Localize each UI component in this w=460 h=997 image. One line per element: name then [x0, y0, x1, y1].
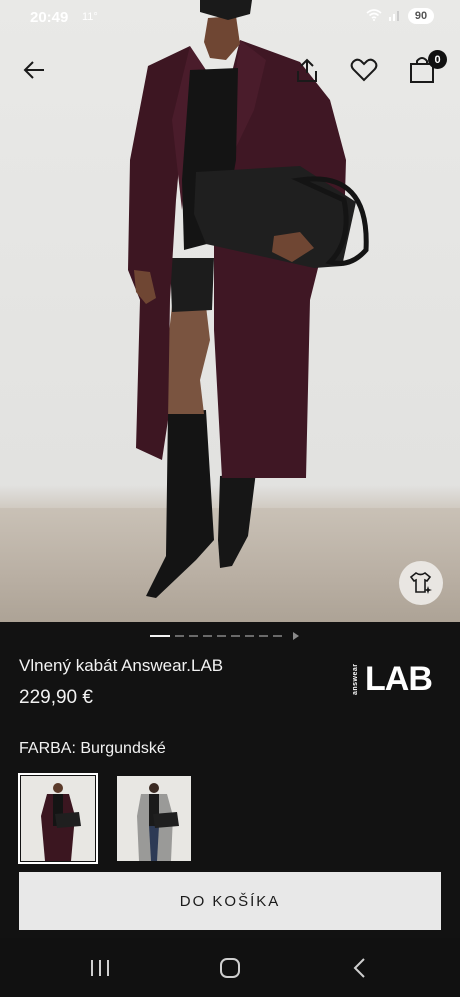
- product-image[interactable]: [0, 0, 460, 622]
- wishlist-button[interactable]: [346, 52, 382, 88]
- recent-apps-button[interactable]: [86, 956, 114, 980]
- back-button[interactable]: [16, 52, 52, 88]
- system-navigation-bar: [0, 938, 460, 997]
- color-label: FARBA: Burgundské: [19, 740, 166, 757]
- pagination-next-icon[interactable]: [293, 632, 299, 640]
- signal-icon: [388, 9, 402, 24]
- brand-logo-main-text: LAB: [365, 660, 433, 698]
- cart-count-badge: 0: [428, 50, 447, 69]
- system-back-button[interactable]: [346, 956, 374, 980]
- pagination-dot[interactable]: [259, 635, 268, 637]
- swatch-thumbnail: [117, 776, 191, 861]
- brand-logo[interactable]: answear LAB: [352, 660, 434, 698]
- share-icon: [297, 58, 317, 82]
- status-icons: 90: [366, 8, 434, 24]
- arrow-left-icon: [23, 61, 44, 79]
- pagination-dot[interactable]: [231, 635, 240, 637]
- pagination-dot-active[interactable]: [150, 635, 170, 637]
- pagination-dot[interactable]: [203, 635, 212, 637]
- pagination-dot[interactable]: [175, 635, 184, 637]
- brand-logo-small-text: answear: [352, 663, 359, 695]
- swatch-thumbnail: [21, 776, 95, 861]
- home-button[interactable]: [216, 956, 244, 980]
- battery-indicator: 90: [408, 8, 434, 24]
- model-figure: [128, 0, 369, 598]
- product-price: 229,90 €: [19, 687, 93, 708]
- share-button[interactable]: [289, 52, 325, 88]
- status-time: 20:49: [30, 9, 69, 26]
- home-icon: [220, 958, 240, 978]
- add-to-cart-button[interactable]: DO KOŠÍKA: [19, 872, 441, 930]
- status-temperature: 11°: [82, 11, 98, 23]
- virtual-try-on-button[interactable]: [399, 561, 443, 605]
- pagination-dot[interactable]: [217, 635, 226, 637]
- pagination-dot[interactable]: [245, 635, 254, 637]
- status-bar: 20:49 11° 90: [0, 0, 460, 34]
- wifi-icon: [366, 8, 382, 24]
- recent-apps-icon: [91, 960, 109, 976]
- pagination-dot[interactable]: [189, 635, 198, 637]
- system-back-icon: [353, 958, 365, 978]
- color-swatch-burgundy[interactable]: [18, 773, 98, 864]
- tshirt-sparkle-icon: [409, 572, 432, 594]
- heart-icon: [350, 58, 378, 82]
- product-title: Vlnený kabát Answear.LAB: [19, 656, 224, 675]
- color-swatch-grey[interactable]: [117, 776, 191, 861]
- gallery-pagination: [150, 632, 299, 640]
- pagination-dot[interactable]: [273, 635, 282, 637]
